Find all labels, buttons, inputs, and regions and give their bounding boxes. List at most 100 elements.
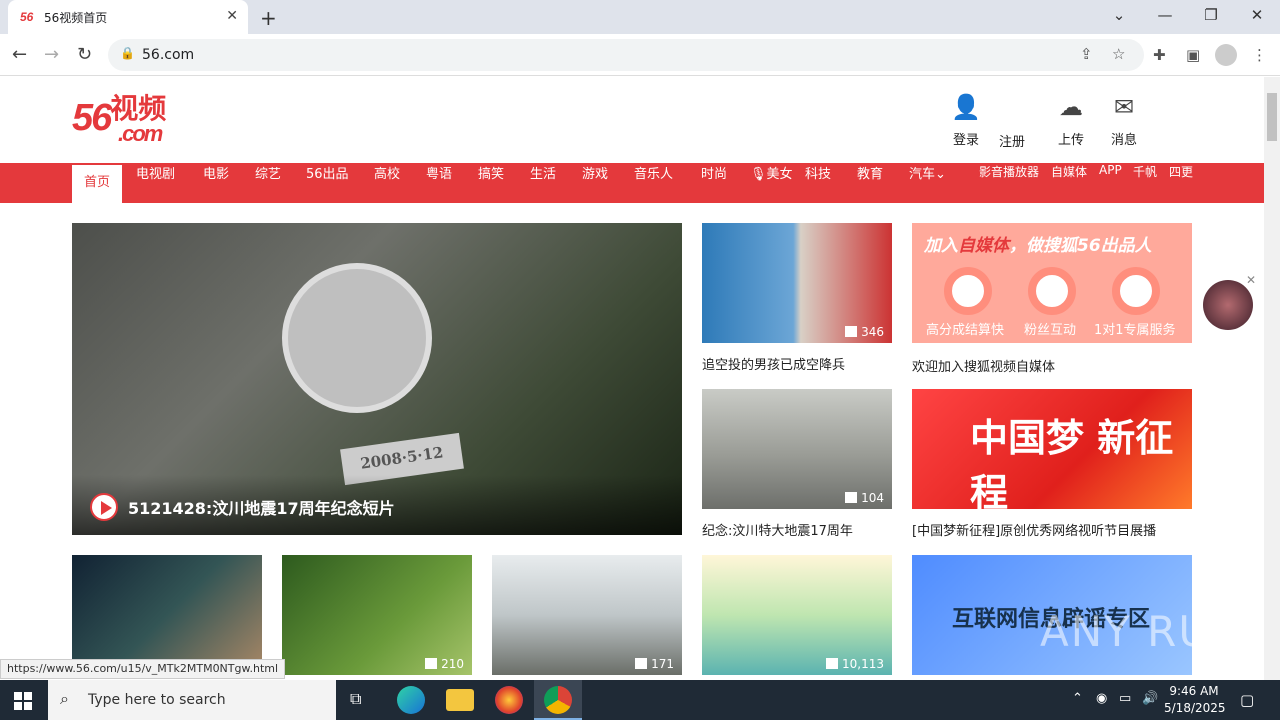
close-tab-icon[interactable]: ✕ (226, 8, 238, 24)
browser-tab[interactable]: 56 56视频首页 ✕ (8, 0, 248, 34)
chrome-taskbar-button[interactable] (534, 680, 582, 720)
nav-funny[interactable]: 搞笑 (466, 163, 516, 203)
status-url-bar: https://www.56.com/u15/v_MTk2MTM0NTgw.ht… (0, 659, 286, 679)
view-count: 346 (845, 325, 884, 339)
tab-search-chevron-icon[interactable]: ⌄ (1104, 6, 1134, 24)
ad-headline-a: 加入 (924, 236, 958, 256)
main-nav: 首页 电视剧 电影 综艺 56出品 高校 粤语 搞笑 生活 游戏 音乐人 时尚 … (0, 163, 1264, 203)
hero-video[interactable]: 2008·5·12 5121428:汶川地震17周年纪念短片 (72, 223, 682, 535)
play-count-icon (425, 658, 438, 669)
view-count-value: 346 (861, 325, 884, 339)
hero-caption-bar: 5121428:汶川地震17周年纪念短片 (72, 475, 682, 535)
mail-icon: ✉ (1113, 93, 1135, 121)
view-count-value: 10,113 (842, 657, 884, 671)
hero-title[interactable]: 5121428:汶川地震17周年纪念短片 (128, 495, 395, 519)
reload-icon[interactable]: ↻ (77, 44, 92, 65)
restore-icon[interactable]: ❐ (1196, 6, 1226, 24)
taskbar-clock[interactable]: 9:46 AM 5/18/2025 (1164, 683, 1226, 717)
new-tab-icon[interactable]: + (260, 6, 277, 30)
taskbar-search[interactable]: ⌕ Type here to search (48, 680, 336, 720)
video-card-thumb[interactable]: 210 (282, 555, 472, 675)
login-link[interactable]: 👤 登录 (945, 93, 987, 148)
video-card-thumb[interactable] (72, 555, 262, 675)
task-view-icon[interactable]: ⧉ (350, 689, 361, 709)
view-count: 171 (635, 657, 674, 671)
browser-titlebar: 56 56视频首页 ✕ + ⌄ — ❐ ✕ (0, 0, 1280, 34)
share-icon[interactable]: ⇪ (1080, 45, 1093, 63)
close-window-icon[interactable]: ✕ (1242, 6, 1272, 24)
nav-campus[interactable]: 高校 (362, 163, 412, 203)
minimize-icon[interactable]: — (1150, 6, 1180, 24)
user-icon: 👤 (951, 93, 981, 121)
ad-title[interactable]: 欢迎加入搜狐视频自媒体 (912, 356, 1055, 375)
nav-fashion[interactable]: 时尚 (689, 163, 739, 203)
register-link[interactable]: 注册 (990, 125, 1034, 150)
ad-label: 粉丝互动 (1024, 323, 1077, 338)
nav-home[interactable]: 首页 (72, 165, 123, 203)
we-media-ad[interactable]: 加入自媒体，做搜狐56出品人 高分成结算快 粉丝互动 1对1专属服务 (912, 223, 1192, 343)
messages-label: 消息 (1110, 133, 1137, 148)
nav-education[interactable]: 教育 (845, 163, 895, 203)
nav-movie[interactable]: 电影 (191, 163, 241, 203)
firefox-icon[interactable] (495, 686, 523, 714)
nav-games[interactable]: 游戏 (570, 163, 620, 203)
network-icon[interactable]: ▭ (1119, 691, 1131, 706)
profile-avatar-icon[interactable] (1215, 44, 1237, 66)
close-float-icon[interactable]: ✕ (1246, 273, 1256, 287)
extensions-icon[interactable]: ✚ (1153, 46, 1166, 64)
nav-cantonese[interactable]: 粤语 (414, 163, 464, 203)
address-bar[interactable]: 🔒 56.com ⇪ ☆ (108, 39, 1144, 71)
nav-player[interactable]: 影音播放器 (975, 163, 1043, 203)
scrollbar-thumb[interactable] (1267, 93, 1277, 141)
video-card-thumb[interactable]: 10,113 (702, 555, 892, 675)
nav-life[interactable]: 生活 (518, 163, 568, 203)
ad-label: 高分成结算快 (926, 323, 1005, 338)
tab-title: 56视频首页 (44, 11, 108, 25)
notifications-icon[interactable]: ▢ (1240, 691, 1254, 709)
site-logo[interactable]: 56视频 .com (72, 93, 166, 146)
nav-we-media[interactable]: 自媒体 (1047, 163, 1091, 203)
view-count-value: 210 (441, 657, 464, 671)
ad-headline-c: ，做搜狐56出品人 (1009, 236, 1152, 256)
back-icon[interactable]: ← (12, 44, 27, 65)
meet-icon[interactable]: ◉ (1096, 691, 1107, 706)
forward-icon[interactable]: → (44, 44, 59, 65)
play-count-icon (845, 326, 858, 337)
page-scrollbar[interactable] (1264, 77, 1280, 680)
upload-link[interactable]: ☁ 上传 (1049, 93, 1093, 148)
video-card-thumb[interactable]: 171 (492, 555, 682, 675)
tray-chevron-icon[interactable]: ⌃ (1072, 691, 1083, 706)
nav-56-originals[interactable]: 56出品 (294, 163, 361, 203)
volume-icon[interactable]: 🔊 (1142, 691, 1158, 706)
play-count-icon (845, 492, 858, 503)
browser-toolbar: ← → ↻ 🔒 56.com ⇪ ☆ ✚ ▣ ⋮ (0, 34, 1280, 76)
side-panel-icon[interactable]: ▣ (1186, 46, 1200, 64)
floating-avatar-ad[interactable] (1203, 280, 1253, 330)
nav-musicians[interactable]: 音乐人 (622, 163, 685, 203)
menu-kebab-icon[interactable]: ⋮ (1252, 46, 1267, 64)
nav-app[interactable]: APP (1095, 163, 1126, 203)
chrome-icon (544, 686, 572, 714)
site-favicon-icon: 56 (20, 10, 34, 24)
video-card-thumb[interactable]: 104 (702, 389, 892, 509)
ad-label: 1对1专属服务 (1094, 323, 1176, 338)
logo-com: .com (118, 121, 163, 146)
nav-more[interactable]: 四更 (1165, 163, 1197, 203)
nav-tech[interactable]: 科技 (793, 163, 843, 203)
nav-variety[interactable]: 综艺 (243, 163, 293, 203)
nav-tv[interactable]: 电视剧 (124, 163, 187, 203)
dream-ad[interactable]: 中国梦 新征程 (912, 389, 1192, 509)
bookmark-star-icon[interactable]: ☆ (1112, 45, 1125, 63)
nav-qianfan[interactable]: 千帆 (1129, 163, 1161, 203)
video-card-title[interactable]: 纪念:汶川特大地震17周年 (702, 520, 853, 539)
search-placeholder: Type here to search (88, 692, 226, 708)
windows-start-icon[interactable] (14, 692, 32, 710)
video-card-thumb[interactable]: 346 (702, 223, 892, 343)
file-explorer-icon[interactable] (446, 689, 474, 711)
edge-icon[interactable] (397, 686, 425, 714)
nav-auto[interactable]: 汽车⌄ (897, 163, 958, 203)
play-icon[interactable] (90, 493, 118, 521)
messages-link[interactable]: ✉ 消息 (1102, 93, 1146, 148)
video-card-title[interactable]: 追空投的男孩已成空降兵 (702, 354, 845, 373)
ad-title[interactable]: [中国梦新征程]原创优秀网络视听节目展播 (912, 520, 1156, 539)
